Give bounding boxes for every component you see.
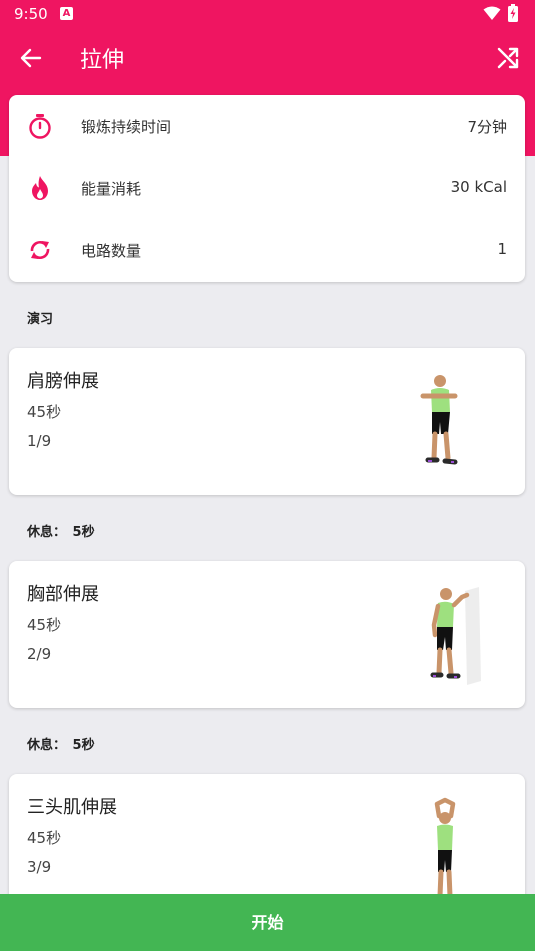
wifi-icon: [483, 6, 501, 20]
rest-label-text: 休息：: [27, 525, 67, 540]
info-row-circuits: 电路数量 1: [9, 219, 525, 281]
exercise-index: 1/9: [27, 432, 52, 450]
stopwatch-icon: [29, 114, 51, 139]
flame-icon: [32, 176, 48, 200]
back-arrow-icon[interactable]: [18, 45, 44, 71]
shuffle-icon[interactable]: [496, 46, 520, 70]
shoulder-stretch-figure: [420, 375, 458, 465]
info-row-duration: 锻炼持续时间 7分钟: [9, 95, 525, 157]
rest-value: 5秒: [72, 738, 95, 753]
rest-label-text: 休息：: [27, 738, 67, 753]
notification-icon: A: [60, 7, 73, 20]
exercise-index: 2/9: [27, 645, 52, 663]
exercise-card[interactable]: 肩膀伸展 45秒 1/9: [9, 348, 525, 495]
exercise-duration: 45秒: [27, 616, 62, 634]
exercise-duration: 45秒: [27, 829, 62, 847]
info-row-energy: 能量消耗 30 kCal: [9, 157, 525, 219]
chest-stretch-figure: [430, 587, 481, 685]
exercise-card[interactable]: 胸部伸展 45秒 2/9: [9, 561, 525, 708]
screen: 9:50 A 拉伸 锻炼持续时间 7分钟 能量消耗 30 kCal 电路数量 1…: [0, 0, 535, 951]
info-value: 30 kCal: [450, 178, 507, 196]
info-value: 1: [497, 240, 507, 258]
workout-info-card: 锻炼持续时间 7分钟 能量消耗 30 kCal 电路数量 1: [9, 95, 525, 282]
rest-label: 休息： 5秒: [27, 521, 95, 540]
battery-icon: [508, 4, 518, 22]
exercise-name: 胸部伸展: [27, 584, 99, 605]
exercise-duration: 45秒: [27, 403, 62, 421]
section-title: 演习: [27, 312, 54, 327]
start-button[interactable]: 开始: [0, 894, 535, 951]
exercise-index: 3/9: [27, 858, 52, 876]
info-label: 锻炼持续时间: [81, 118, 172, 136]
exercise-name: 肩膀伸展: [27, 371, 99, 392]
exercise-name: 三头肌伸展: [27, 797, 117, 818]
rest-label: 休息： 5秒: [27, 734, 95, 753]
status-time: 9:50: [14, 5, 48, 23]
repeat-icon: [30, 240, 50, 260]
info-label: 电路数量: [81, 242, 142, 260]
triceps-stretch-figure: [434, 797, 456, 899]
toolbar: 拉伸: [0, 28, 535, 88]
status-bar: 9:50 A: [0, 0, 535, 28]
info-value: 7分钟: [467, 118, 507, 136]
info-label: 能量消耗: [81, 180, 142, 198]
rest-value: 5秒: [72, 525, 95, 540]
page-title: 拉伸: [80, 48, 125, 73]
